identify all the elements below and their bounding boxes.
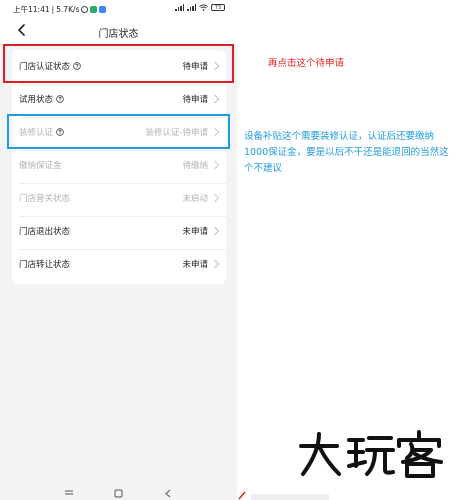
home-icon[interactable] [114,489,123,498]
row-label-container: 门店退出状态 [19,225,70,237]
red-highlight-box [3,44,234,83]
row-label: 门店转让状态 [19,260,71,270]
chevron-right-icon [214,94,220,104]
battery-icon: 73 [211,4,225,11]
row-label-container: 门店转让状态 [19,258,70,270]
blue-annotation-note: 设备补贴这个需要装修认证，认证后还要缴纳1000保证金，要是以后不干还是能退回的… [244,131,449,174]
signal-icon-2 [187,4,196,11]
row-value[interactable]: 待申请 [182,93,208,105]
chevron-right-icon [214,193,220,203]
status-bar: 上午11:41 | 5.7K/s 73 [0,0,237,18]
row-label-container: 试用状态 [19,93,64,105]
system-nav-bar [0,486,237,500]
status-time: 上午11:41 [13,5,50,14]
row-label: 缴纳保证金 [19,161,62,171]
row-value[interactable]: 未申请 [182,258,208,270]
chevron-right-icon [214,160,220,170]
screenshot-page: 上午11:41 | 5.7K/s 73 门店状态 门店认证状态 待申请 试用状态… [0,0,457,500]
status-left: 上午11:41 | 5.7K/s [13,4,107,15]
row-trial-status[interactable]: 试用状态 待申请 [12,83,226,117]
row-label: 门店退出状态 [19,227,71,237]
signal-icon [175,4,184,11]
row-store-operation[interactable]: 门店营关状态 未启动 [12,182,226,216]
blue-highlight-box [7,114,230,149]
red-annotation-note: 再点击这个待申请 [268,58,345,69]
wechat-icon [90,6,98,13]
status-divider: | [51,5,55,14]
row-label-container: 缴纳保证金 [19,159,62,171]
row-label: 试用状态 [19,95,54,105]
row-deposit[interactable]: 缴纳保证金 待缴纳 [12,149,226,183]
status-right: 73 [175,4,225,11]
row-label: 门店营关状态 [19,194,71,204]
chevron-right-icon [214,226,220,236]
page-title: 门店状态 [98,29,139,40]
alarm-icon [81,6,89,13]
cropped-edge-artifact [238,491,329,500]
status-card: 门店认证状态 待申请 试用状态 待申请 装修认证 装修认证-待申请 缴纳保证金 … [12,50,226,284]
row-store-exit[interactable]: 门店退出状态 未申请 [12,215,226,249]
network-speed: 5.7K/s [56,5,80,14]
row-value[interactable]: 未申请 [182,225,208,237]
app-notification-icon [99,6,107,13]
nav-bar: 门店状态 [0,18,237,44]
watermark-logo [299,430,443,478]
back-icon[interactable] [164,489,172,498]
chevron-right-icon [214,259,220,269]
row-label-container: 门店营关状态 [19,192,70,204]
row-store-transfer[interactable]: 门店转让状态 未申请 [12,248,226,282]
help-icon[interactable] [56,95,64,103]
menu-icon[interactable] [64,489,74,497]
row-value[interactable]: 未启动 [182,192,208,204]
row-value[interactable]: 待缴纳 [182,159,208,171]
wifi-icon [199,4,208,11]
